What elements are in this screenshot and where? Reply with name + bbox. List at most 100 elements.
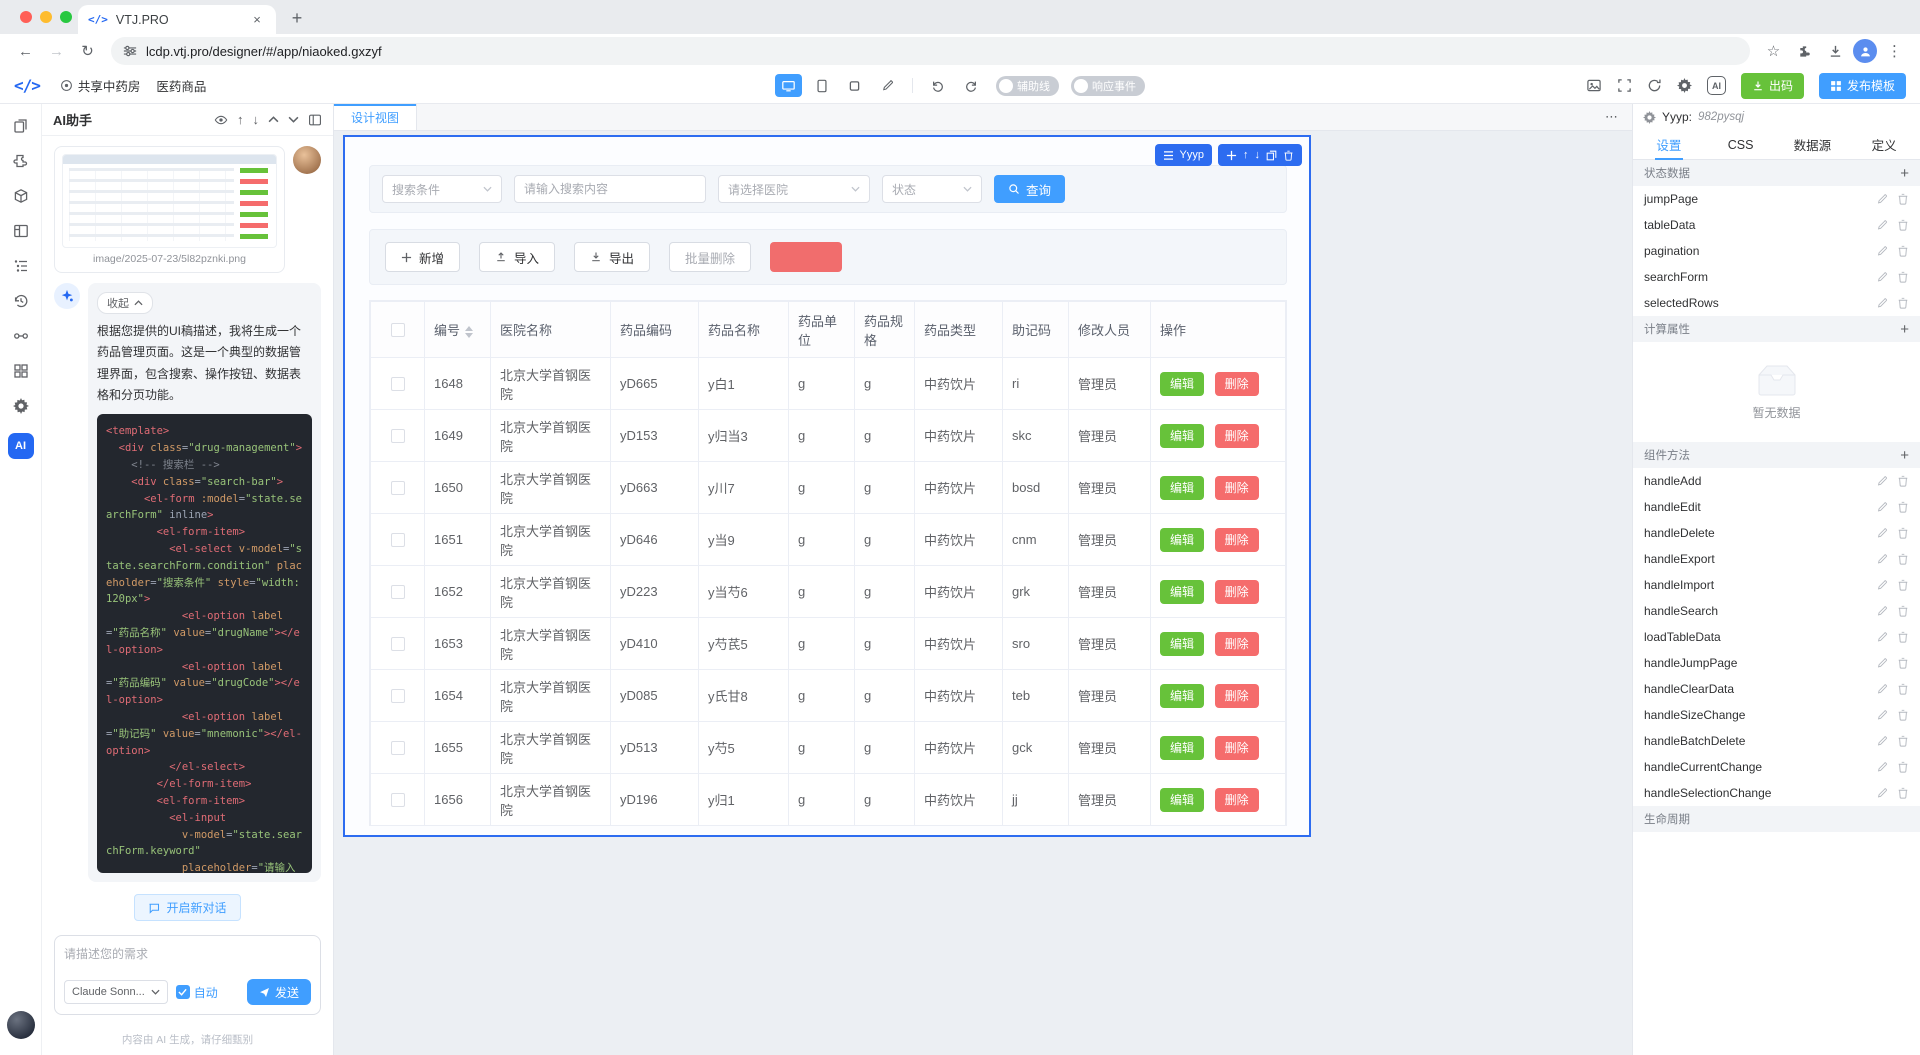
collapse-message-button[interactable]: 收起	[97, 292, 153, 314]
import-button[interactable]: 导入	[479, 242, 556, 272]
browser-tab[interactable]: </> VTJ.PRO ×	[78, 5, 276, 34]
components-icon[interactable]	[13, 188, 29, 204]
send-button[interactable]: 发送	[246, 979, 311, 1005]
delete-button[interactable]: 删除	[1214, 787, 1259, 812]
api-icon[interactable]	[13, 328, 29, 344]
delete-button[interactable]: 删除	[1214, 371, 1259, 396]
breadcrumb-page[interactable]: 医药商品	[156, 76, 206, 95]
edit-button[interactable]: 编辑	[1160, 787, 1205, 812]
redo-icon[interactable]	[957, 74, 984, 97]
user-avatar[interactable]	[7, 1011, 35, 1039]
export-code-button[interactable]: 出码	[1740, 72, 1804, 99]
row-checkbox[interactable]	[390, 741, 405, 756]
edit-property-icon[interactable]	[1876, 297, 1888, 309]
delete-property-icon[interactable]	[1897, 475, 1909, 487]
delete-button[interactable]: 删除	[1214, 475, 1259, 500]
delete-property-icon[interactable]	[1897, 709, 1909, 721]
add-button[interactable]: 新增	[385, 242, 461, 272]
property-row[interactable]: handleEdit	[1633, 494, 1920, 520]
pages-icon[interactable]	[13, 118, 29, 134]
delete-property-icon[interactable]	[1897, 579, 1909, 591]
delete-property-icon[interactable]	[1897, 657, 1909, 669]
edit-property-icon[interactable]	[1876, 553, 1888, 565]
breadcrumb-app[interactable]: 共享中药房	[60, 76, 140, 95]
delete-node-icon[interactable]	[1283, 150, 1294, 161]
rail-settings-icon[interactable]	[12, 398, 29, 414]
delete-button[interactable]: 删除	[1214, 735, 1259, 760]
sort-icon[interactable]	[465, 325, 474, 338]
ai-assistant-rail-icon[interactable]: AI	[7, 433, 34, 459]
publish-template-button[interactable]: 发布模板	[1818, 72, 1906, 99]
canvas-background[interactable]: Yyyp ↑ ↓ 搜索条件 请输入搜索内容 请选择医院 状态 查询 新增 导入 …	[334, 131, 1632, 1055]
delete-button[interactable]: 删除	[1214, 527, 1259, 552]
tablet-view-button[interactable]	[808, 74, 835, 97]
export-button[interactable]: 导出	[574, 242, 651, 272]
delete-button[interactable]: 删除	[1214, 683, 1259, 708]
delete-property-icon[interactable]	[1897, 501, 1909, 513]
browser-menu-icon[interactable]: ⋮	[1881, 38, 1908, 65]
delete-property-icon[interactable]	[1897, 245, 1909, 257]
move-up-icon[interactable]: ↑	[1243, 149, 1249, 161]
tune-icon[interactable]	[123, 44, 137, 58]
tab-design-view[interactable]: 设计视图	[334, 104, 418, 130]
edit-property-icon[interactable]	[1876, 193, 1888, 205]
screenshot-icon[interactable]	[1586, 78, 1602, 93]
add-computed-icon[interactable]: +	[1900, 322, 1909, 337]
property-row[interactable]: jumpPage	[1633, 186, 1920, 212]
outline-tree-icon[interactable]	[13, 258, 29, 274]
edit-property-icon[interactable]	[1876, 579, 1888, 591]
edit-property-icon[interactable]	[1876, 735, 1888, 747]
delete-property-icon[interactable]	[1897, 631, 1909, 643]
edit-button[interactable]: 编辑	[1160, 475, 1205, 500]
undo-icon[interactable]	[924, 74, 951, 97]
edit-property-icon[interactable]	[1876, 475, 1888, 487]
copy-node-icon[interactable]	[1266, 150, 1277, 161]
selected-component-badge[interactable]: Yyyp	[1154, 144, 1212, 166]
extensions-icon[interactable]	[1791, 38, 1818, 65]
search-condition-select[interactable]: 搜索条件	[382, 175, 502, 203]
edit-button[interactable]: 编辑	[1160, 631, 1205, 656]
delete-property-icon[interactable]	[1897, 605, 1909, 617]
property-row[interactable]: handleSizeChange	[1633, 702, 1920, 728]
delete-property-icon[interactable]	[1897, 735, 1909, 747]
attachment-card[interactable]: image/2025-07-23/5l82pznki.png	[54, 146, 285, 273]
browser-profile-avatar[interactable]	[1853, 39, 1877, 63]
add-state-icon[interactable]: +	[1900, 166, 1909, 181]
property-row[interactable]: handleSelectionChange	[1633, 780, 1920, 806]
chevron-down-icon[interactable]	[288, 116, 299, 123]
delete-property-icon[interactable]	[1897, 297, 1909, 309]
chevron-up-icon[interactable]	[268, 116, 279, 123]
row-checkbox[interactable]	[390, 429, 405, 444]
edit-property-icon[interactable]	[1876, 631, 1888, 643]
tab-css[interactable]: CSS	[1705, 130, 1777, 159]
hospital-select[interactable]: 请选择医院	[718, 175, 870, 203]
mobile-view-button[interactable]	[841, 74, 868, 97]
delete-property-icon[interactable]	[1897, 271, 1909, 283]
edit-button[interactable]: 编辑	[1160, 579, 1205, 604]
new-chat-button[interactable]: 开启新对话	[134, 894, 241, 921]
minimize-window-button[interactable]	[40, 11, 52, 23]
event-response-toggle[interactable]: 响应事件	[1071, 75, 1145, 96]
edit-property-icon[interactable]	[1876, 787, 1888, 799]
ai-prompt-input[interactable]	[64, 945, 311, 969]
property-row[interactable]: handleBatchDelete	[1633, 728, 1920, 754]
delete-button[interactable]: 删除	[1214, 631, 1259, 656]
property-row[interactable]: handleAdd	[1633, 468, 1920, 494]
delete-property-icon[interactable]	[1897, 527, 1909, 539]
delete-property-icon[interactable]	[1897, 553, 1909, 565]
url-bar[interactable]: lcdp.vtj.pro/designer/#/app/niaoked.gxzy…	[111, 37, 1750, 65]
history-icon[interactable]	[13, 293, 29, 309]
layout-icon[interactable]	[13, 223, 29, 239]
property-row[interactable]: handleImport	[1633, 572, 1920, 598]
refresh-icon[interactable]	[1647, 78, 1662, 93]
edit-button[interactable]: 编辑	[1160, 423, 1205, 448]
property-row[interactable]: handleClearData	[1633, 676, 1920, 702]
property-row[interactable]: searchForm	[1633, 264, 1920, 290]
guideline-toggle[interactable]: 辅助线	[996, 75, 1059, 96]
collapse-panel-icon[interactable]	[308, 113, 322, 127]
vtj-logo[interactable]: </>	[14, 76, 41, 95]
property-row[interactable]: tableData	[1633, 212, 1920, 238]
property-row[interactable]: pagination	[1633, 238, 1920, 264]
edit-property-icon[interactable]	[1876, 501, 1888, 513]
edit-property-icon[interactable]	[1876, 657, 1888, 669]
